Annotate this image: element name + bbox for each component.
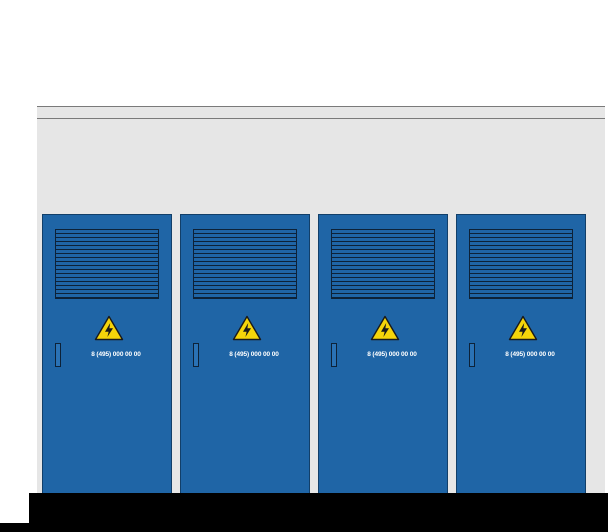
ventilation-louver xyxy=(193,229,297,299)
transformer-cabinet-3: 8 (495) 000 00 00 xyxy=(318,214,448,495)
door-handle xyxy=(193,343,199,367)
trim-line-upper xyxy=(37,106,605,107)
transformer-cabinet-4: 8 (495) 000 00 00 xyxy=(456,214,586,495)
trim-line-lower xyxy=(37,118,605,119)
upper-wall xyxy=(37,14,605,106)
foundation-base xyxy=(29,493,608,532)
ventilation-louver xyxy=(55,229,159,299)
high-voltage-warning-icon xyxy=(370,315,400,341)
phone-number-label: 8 (495) 000 00 00 xyxy=(91,351,141,358)
ventilation-louver xyxy=(331,229,435,299)
high-voltage-warning-icon xyxy=(94,315,124,341)
door-handle xyxy=(469,343,475,367)
door-handle xyxy=(331,343,337,367)
door-handle xyxy=(55,343,61,367)
foundation-ledge xyxy=(0,523,34,532)
transformer-cabinet-1: 8 (495) 000 00 00 xyxy=(42,214,172,495)
phone-number-label: 8 (495) 000 00 00 xyxy=(229,351,279,358)
high-voltage-warning-icon xyxy=(508,315,538,341)
phone-number-label: 8 (495) 000 00 00 xyxy=(367,351,417,358)
phone-number-label: 8 (495) 000 00 00 xyxy=(505,351,555,358)
transformer-cabinet-2: 8 (495) 000 00 00 xyxy=(180,214,310,495)
ventilation-louver xyxy=(469,229,573,299)
high-voltage-warning-icon xyxy=(232,315,262,341)
